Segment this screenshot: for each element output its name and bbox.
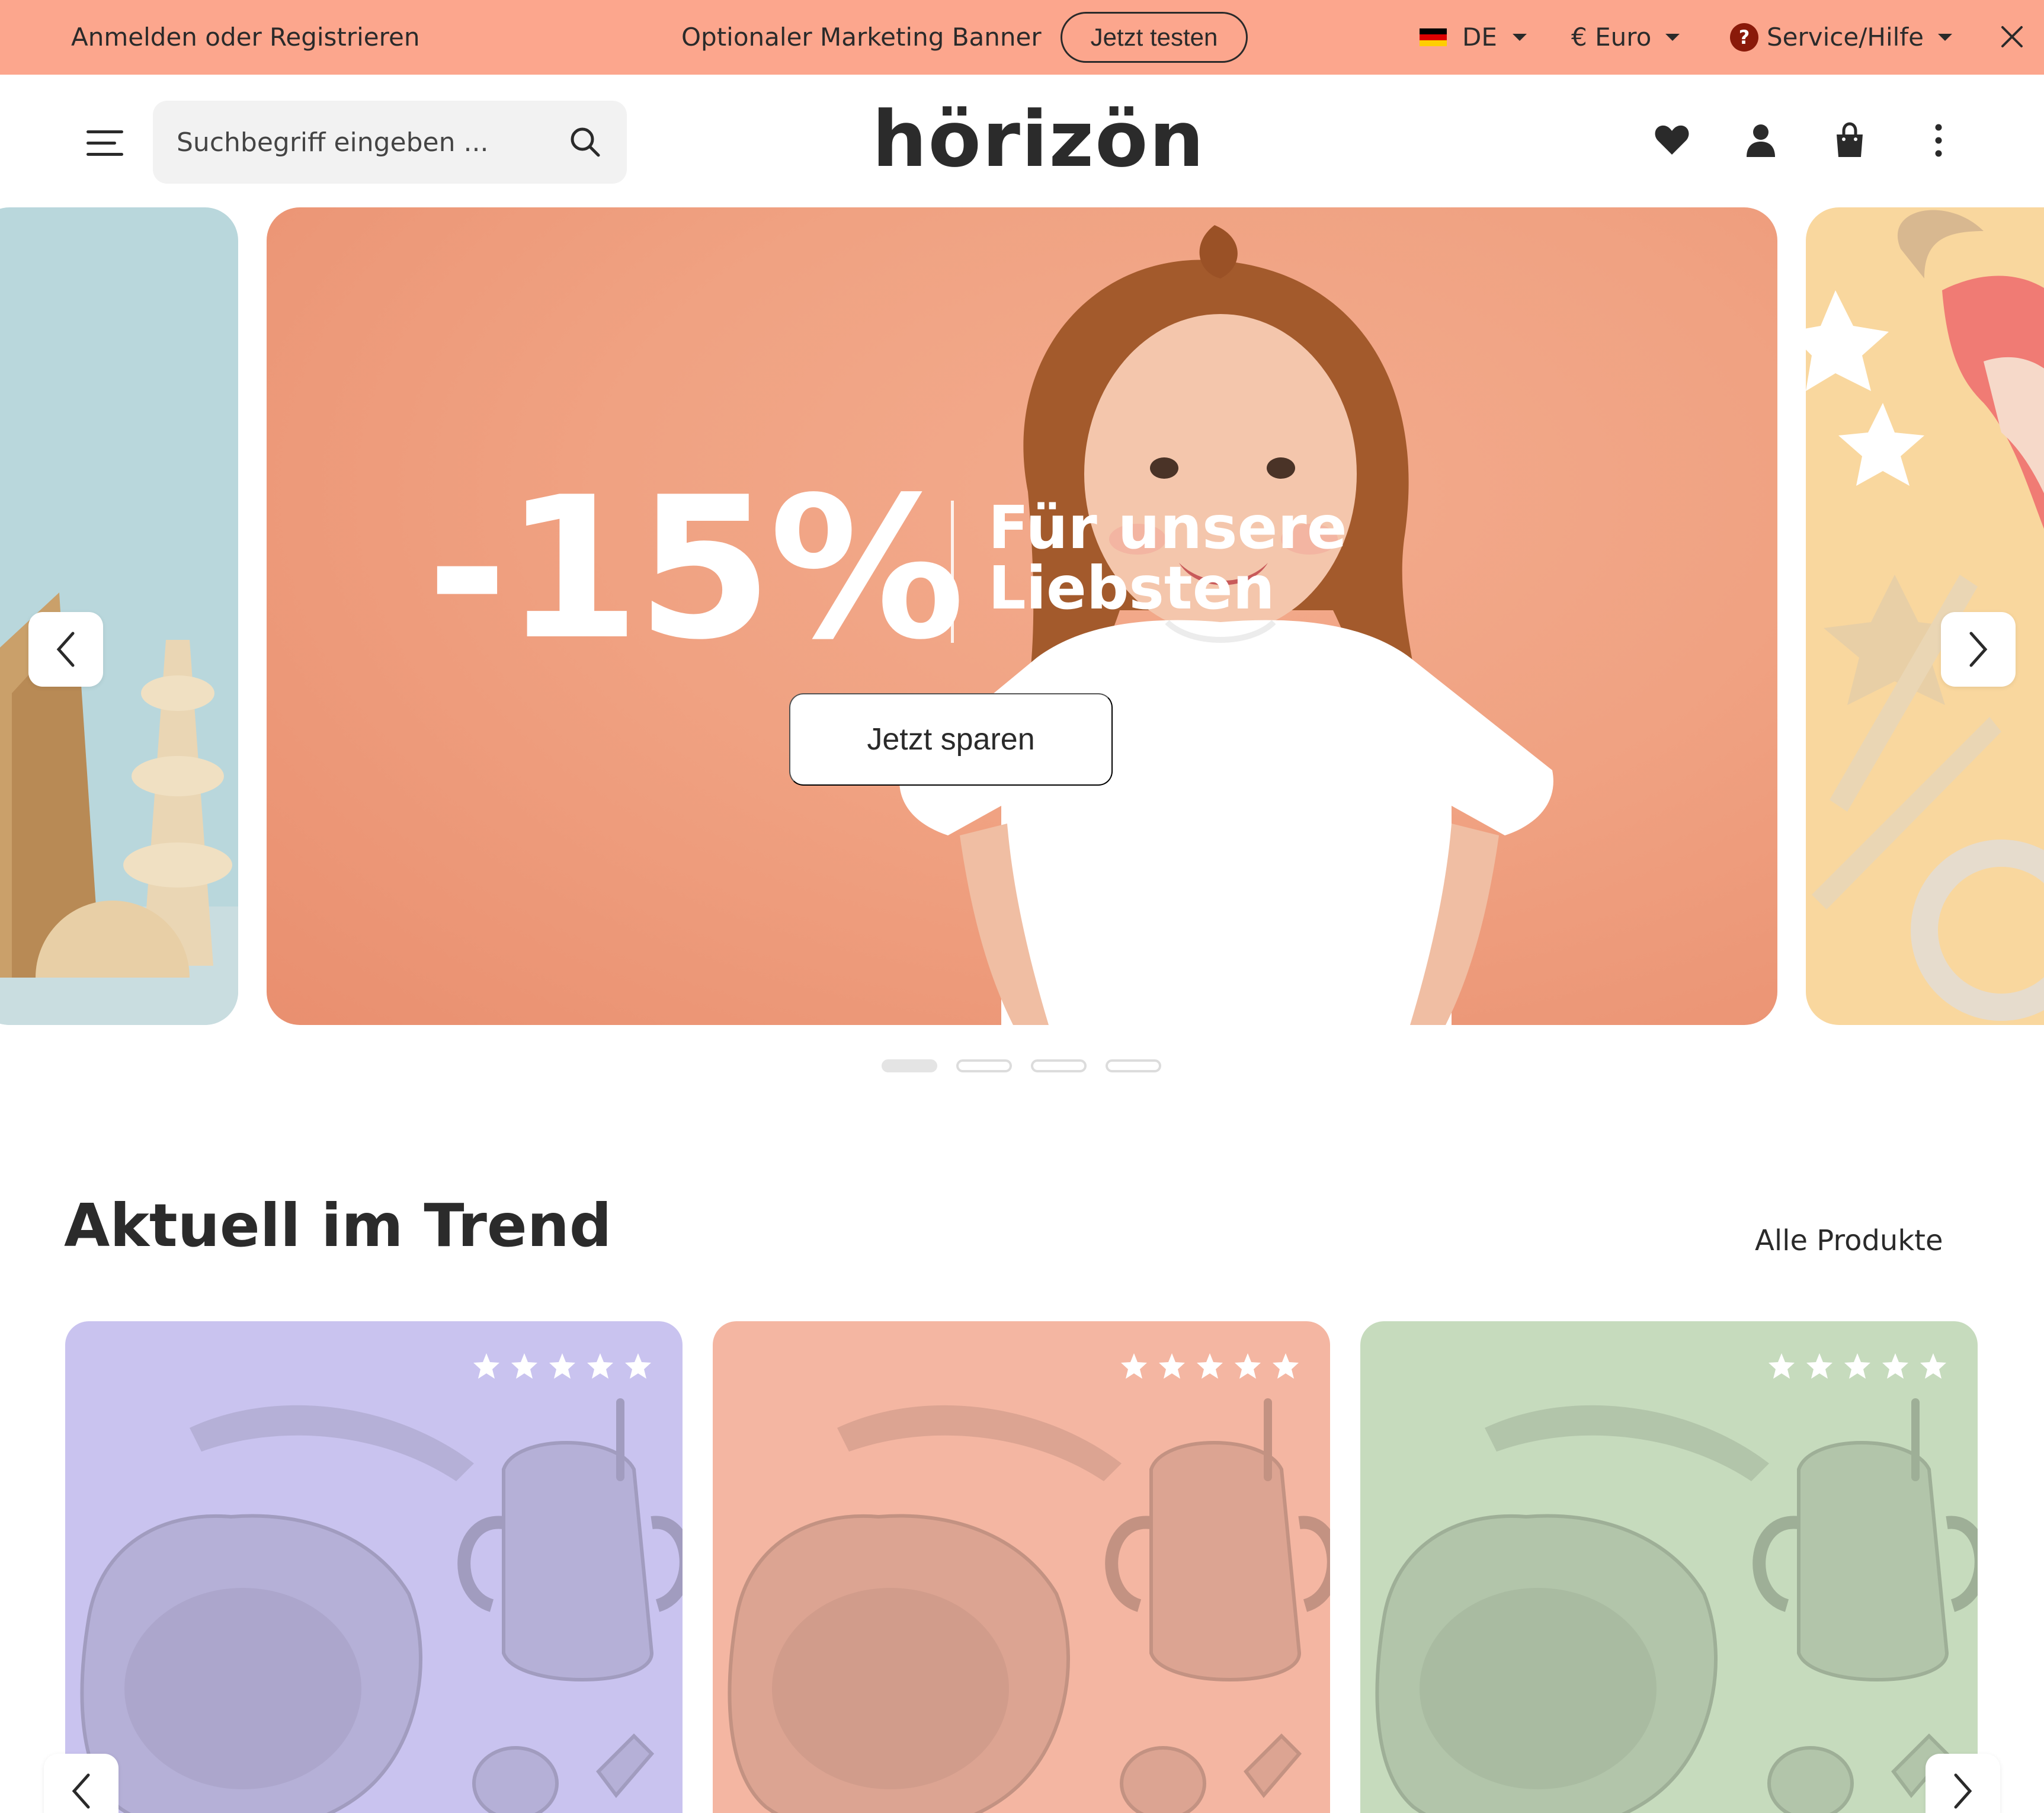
hero-previous-button[interactable] — [28, 612, 103, 687]
close-icon[interactable] — [1998, 23, 2026, 51]
login-register-link[interactable]: Anmelden oder Registrieren — [71, 23, 419, 52]
carousel-dot[interactable] — [1031, 1059, 1087, 1072]
marketing-banner-text: Optionaler Marketing Banner — [681, 23, 1042, 52]
user-icon[interactable] — [1742, 121, 1780, 159]
currency-label: € Euro — [1571, 23, 1652, 52]
hero-subline: Für unsere Liebsten — [988, 493, 1347, 623]
tableware-set-image — [80, 1398, 683, 1813]
star-icon — [1769, 1353, 1795, 1379]
products-next-button[interactable] — [1926, 1754, 2000, 1813]
section-title: Aktuell im Trend — [64, 1191, 612, 1260]
rating-stars — [1119, 1352, 1300, 1380]
star-icon — [511, 1353, 537, 1379]
marketing-topbar: Anmelden oder Registrieren Optionaler Ma… — [0, 0, 2044, 75]
star-icon — [549, 1353, 575, 1379]
search-input[interactable] — [177, 101, 544, 184]
cart-icon[interactable] — [1831, 121, 1869, 159]
tableware-set-image — [728, 1398, 1330, 1813]
star-icon — [1235, 1353, 1261, 1379]
german-flag-icon — [1420, 28, 1447, 46]
chevron-left-icon — [72, 1773, 90, 1809]
chevron-right-icon — [1969, 632, 1988, 667]
all-products-link[interactable]: Alle Produkte — [1755, 1224, 1943, 1257]
chevron-down-icon — [1665, 33, 1680, 41]
star-icon — [1920, 1353, 1946, 1379]
try-now-button[interactable]: Jetzt testen — [1061, 12, 1248, 63]
hero-slide-active[interactable]: -15% Für unsere Liebsten Jetzt sparen — [267, 207, 1777, 1025]
star-icon — [1197, 1353, 1223, 1379]
star-icon — [625, 1353, 651, 1379]
star-icon — [587, 1353, 613, 1379]
star-icon — [1882, 1353, 1908, 1379]
chevron-down-icon — [1937, 33, 1952, 41]
chevron-left-icon — [56, 632, 75, 667]
search-icon[interactable] — [568, 124, 603, 160]
product-card[interactable] — [1360, 1321, 1978, 1813]
star-icon — [1159, 1353, 1185, 1379]
save-now-button[interactable]: Jetzt sparen — [789, 693, 1113, 786]
product-card[interactable] — [713, 1321, 1330, 1813]
star-icon — [1273, 1353, 1299, 1379]
menu-icon[interactable] — [86, 130, 123, 156]
service-label: Service/Hilfe — [1767, 23, 1924, 52]
star-icon — [473, 1353, 499, 1379]
star-icon — [1121, 1353, 1147, 1379]
rating-stars — [472, 1352, 653, 1380]
hero-divider — [951, 501, 954, 643]
star-icon — [1844, 1353, 1870, 1379]
heart-icon[interactable] — [1653, 121, 1691, 159]
language-selector[interactable]: DE — [1420, 23, 1527, 52]
chevron-right-icon — [1954, 1773, 1972, 1809]
carousel-dot[interactable] — [882, 1059, 937, 1072]
products-previous-button[interactable] — [44, 1754, 118, 1813]
site-logo[interactable]: hörizön — [872, 95, 1205, 184]
service-help-menu[interactable]: ? Service/Hilfe — [1730, 23, 1952, 52]
carousel-pagination — [882, 1059, 1161, 1072]
language-label: DE — [1462, 23, 1497, 52]
star-icon — [1806, 1353, 1832, 1379]
carousel-dot[interactable] — [956, 1059, 1012, 1072]
rating-stars — [1767, 1352, 1948, 1380]
help-icon: ? — [1730, 23, 1758, 52]
product-card[interactable] — [65, 1321, 683, 1813]
currency-selector[interactable]: € Euro — [1571, 23, 1680, 52]
hero-discount-text: -15% — [427, 455, 965, 683]
tableware-set-image — [1375, 1398, 1978, 1813]
search-bar — [153, 101, 627, 184]
more-vertical-icon[interactable] — [1920, 121, 1958, 159]
hero-next-button[interactable] — [1941, 612, 2016, 687]
carousel-dot[interactable] — [1106, 1059, 1161, 1072]
chevron-down-icon — [1512, 33, 1527, 41]
